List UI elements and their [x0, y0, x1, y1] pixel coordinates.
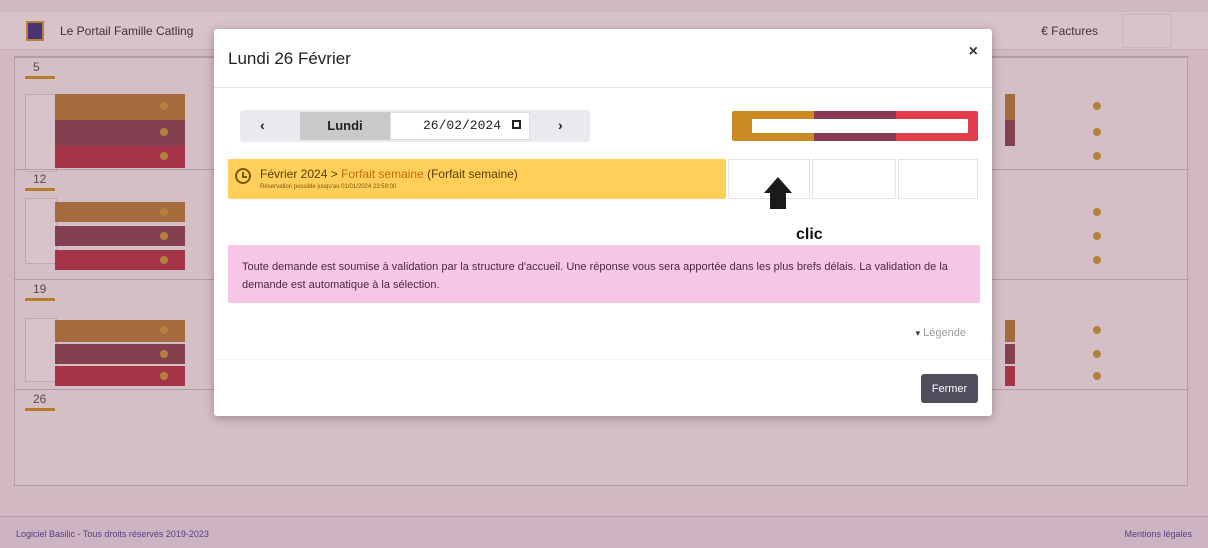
chevron-down-icon: ▾	[915, 328, 921, 338]
banner-title: Février 2024 > Forfait semaine (Forfait …	[260, 167, 518, 181]
activity-color-strip	[732, 111, 978, 141]
clock-icon	[235, 168, 251, 184]
annotation-arrow-stem	[770, 193, 786, 209]
previous-day-button[interactable]: ‹	[260, 117, 265, 133]
redacted-strip	[752, 119, 968, 133]
legend-toggle[interactable]: ▾ Légende	[916, 327, 966, 339]
period-banner: Février 2024 > Forfait semaine (Forfait …	[228, 159, 726, 199]
modal-footer-divider	[214, 359, 992, 360]
annotation-arrow-icon	[764, 177, 792, 193]
reservation-slot-2[interactable]	[812, 159, 896, 199]
click-annotation: clic	[796, 226, 823, 243]
reservation-date: jusqu'au 01/01/2024 23:59:00	[317, 184, 397, 190]
notice-text: Toute demande est soumise à validation p…	[242, 261, 948, 291]
modal-title: Lundi 26 Février	[228, 49, 351, 68]
close-icon[interactable]: ×	[969, 43, 978, 61]
next-day-button[interactable]: ›	[558, 117, 563, 133]
banner-separator: >	[327, 167, 342, 181]
forfait-link[interactable]: Forfait semaine	[341, 167, 424, 181]
banner-period: Février 2024	[260, 167, 328, 181]
close-button[interactable]: Fermer	[921, 374, 978, 403]
date-input[interactable]: 26/02/2024	[390, 112, 530, 140]
day-name-label: Lundi	[300, 112, 390, 140]
date-navigator: ‹ Lundi 26/02/2024 ›	[240, 110, 590, 142]
calendar-icon[interactable]	[512, 120, 521, 129]
banner-plan-suffix: (Forfait semaine)	[423, 167, 518, 181]
day-modal: Lundi 26 Février × ‹ Lundi 26/02/2024 › …	[214, 29, 992, 416]
modal-divider	[214, 87, 992, 88]
reservation-label: Réservation possible	[260, 184, 316, 190]
reservation-slot-3[interactable]	[898, 159, 978, 199]
legend-label: Légende	[923, 327, 966, 339]
validation-notice: Toute demande est soumise à validation p…	[228, 245, 980, 303]
reservation-deadline: Réservation possible jusqu'au 01/01/2024…	[260, 184, 396, 190]
